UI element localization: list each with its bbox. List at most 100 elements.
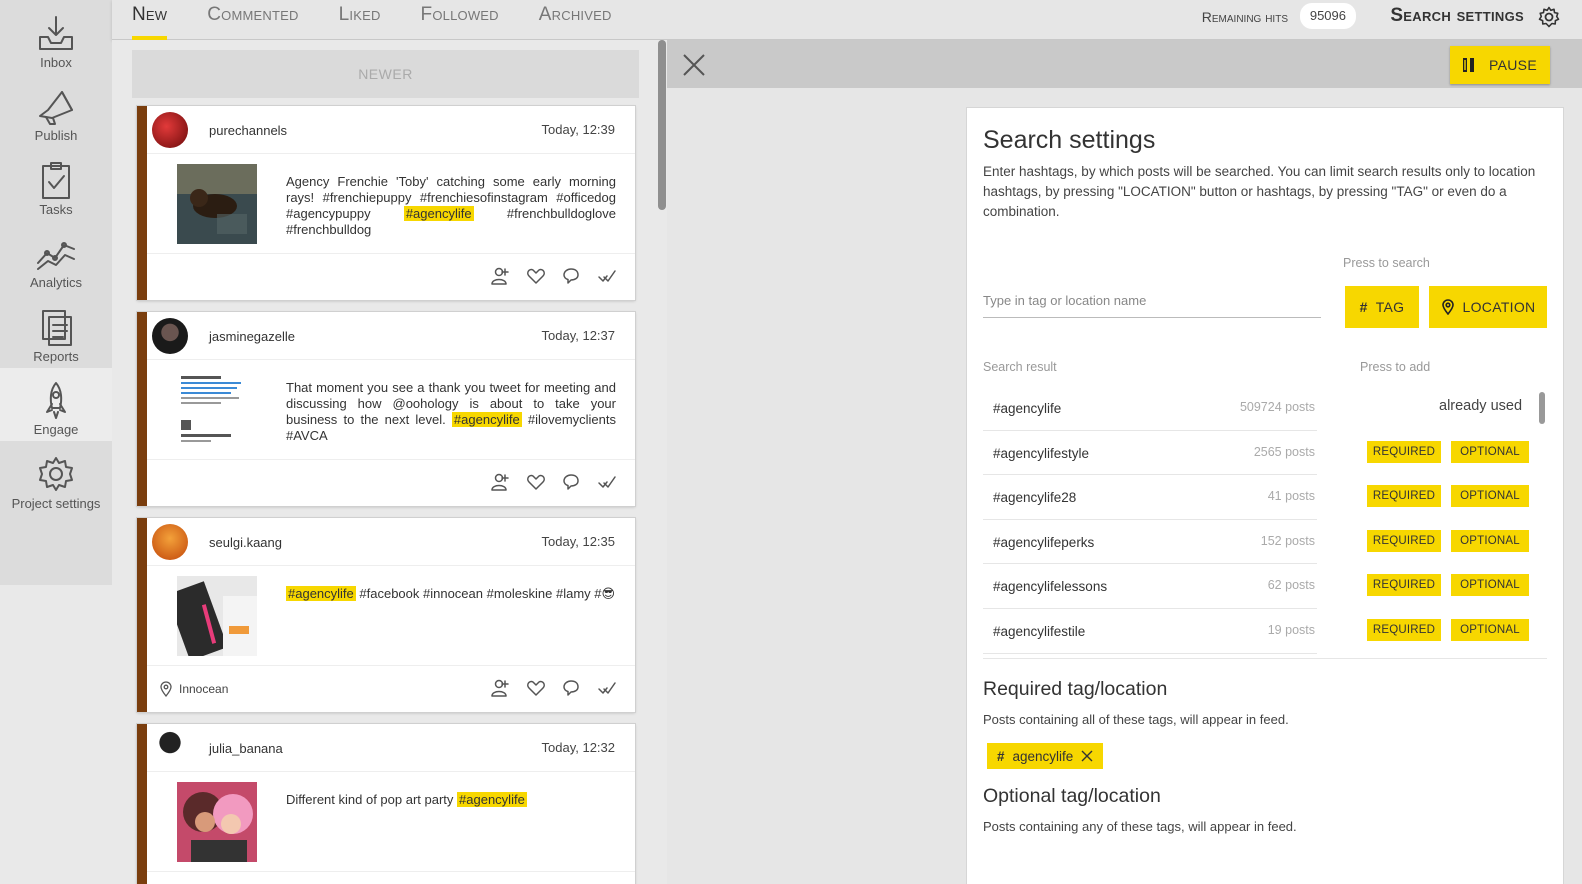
post-username[interactable]: julia_banana [209, 741, 283, 756]
post-body: That moment you see a thank you tweet fo… [147, 360, 635, 460]
pause-icon [1463, 58, 1475, 72]
avatar[interactable] [152, 112, 188, 148]
post-caption: Agency Frenchie 'Toby' catching some ear… [286, 174, 616, 238]
avatar[interactable] [152, 730, 188, 766]
result-row: #agencylife 509724 posts already used [983, 386, 1563, 431]
follow-user-icon[interactable] [490, 678, 510, 698]
remaining-hits-label: Remaining hits [1201, 9, 1288, 25]
sidebar-item-engage[interactable]: Engage [0, 367, 112, 441]
location-search-button[interactable]: LOCATION [1429, 286, 1547, 328]
post-body: #agencylife #facebook #innocean #moleski… [147, 566, 635, 666]
tag-search-button[interactable]: # TAG [1345, 286, 1419, 328]
add-optional-button[interactable]: OPTIONAL [1451, 618, 1529, 641]
like-heart-icon[interactable] [526, 472, 546, 492]
like-heart-icon[interactable] [526, 678, 546, 698]
post-header: seulgi.kaang Today, 12:35 [147, 518, 635, 566]
archive-check-icon[interactable] [597, 266, 617, 286]
highlighted-hashtag[interactable]: #agencylife [451, 412, 522, 427]
remove-chip-icon[interactable] [1081, 750, 1093, 762]
add-optional-button[interactable]: OPTIONAL [1451, 574, 1529, 597]
result-tag: #agencylife [993, 401, 1062, 416]
add-required-button[interactable]: REQUIRED [1367, 440, 1441, 463]
result-row: #agencylifelessons 62 posts REQUIRED OPT… [983, 564, 1563, 609]
optional-section-title: Optional tag/location [983, 785, 1161, 807]
archive-check-icon[interactable] [597, 472, 617, 492]
sidebar-item-reports[interactable]: Reports [0, 294, 112, 368]
tab-commented[interactable]: Commented [207, 0, 298, 40]
add-required-button[interactable]: REQUIRED [1367, 618, 1441, 641]
tag-button-label: TAG [1375, 299, 1405, 315]
search-settings-link[interactable]: Search settings [1390, 5, 1524, 27]
gear-icon[interactable] [1538, 6, 1560, 28]
location-pin-icon [1441, 299, 1454, 315]
sidebar-item-inbox[interactable]: Inbox [0, 0, 112, 74]
add-required-button[interactable]: REQUIRED [1367, 529, 1441, 552]
sidebar-item-tasks[interactable]: Tasks [0, 147, 112, 221]
post-username[interactable]: purechannels [209, 123, 287, 138]
post-actions [147, 254, 635, 300]
post-card: seulgi.kaang Today, 12:35 #agencylife #f… [137, 518, 635, 712]
post-actions: Innocean [147, 666, 635, 712]
avatar[interactable] [152, 524, 188, 560]
pause-button[interactable]: PAUSE [1450, 46, 1550, 84]
newer-button[interactable]: NEWER [132, 50, 639, 98]
add-required-button[interactable]: REQUIRED [1367, 574, 1441, 597]
post-card: jasminegazelle Today, 12:37 That moment … [137, 312, 635, 506]
sidebar-item-publish[interactable]: Publish [0, 74, 112, 148]
sidebar-item-label: Engage [33, 422, 79, 437]
tab-new[interactable]: New [132, 0, 168, 40]
required-section-description: Posts containing all of these tags, will… [983, 712, 1289, 727]
feed-scrollbar[interactable] [658, 40, 666, 210]
search-settings-panel: PAUSE Search settings Enter hashtags, by… [667, 40, 1582, 884]
post-location[interactable]: Innocean [159, 681, 228, 697]
post-image[interactable] [177, 576, 257, 656]
post-caption: #agencylife #facebook #innocean #moleski… [286, 586, 616, 602]
avatar[interactable] [152, 318, 188, 354]
post-card: purechannels Today, 12:39 Agency Frenchi… [137, 106, 635, 300]
sidebar-item-project-settings[interactable]: Project settings [0, 441, 112, 515]
close-icon[interactable] [681, 52, 707, 78]
search-results-list: #agencylife 509724 posts already used #a… [983, 386, 1563, 654]
follow-user-icon[interactable] [490, 472, 510, 492]
pause-label: PAUSE [1489, 57, 1537, 73]
chip-label: agencylife [1012, 748, 1074, 764]
add-optional-button[interactable]: OPTIONAL [1451, 485, 1529, 508]
post-image[interactable] [177, 164, 257, 244]
tab-followed[interactable]: Followed [421, 0, 499, 40]
archive-check-icon[interactable] [597, 678, 617, 698]
follow-user-icon[interactable] [490, 266, 510, 286]
post-image[interactable] [177, 782, 257, 862]
search-input[interactable] [983, 284, 1321, 318]
settings-card: Search settings Enter hashtags, by which… [967, 108, 1563, 884]
remaining-hits-badge: 95096 [1299, 3, 1356, 29]
sidebar-item-analytics[interactable]: Analytics [0, 221, 112, 295]
result-count: 2565 posts [1253, 444, 1315, 459]
result-tag: #agencylifestile [993, 623, 1086, 639]
results-scrollbar[interactable] [1539, 392, 1545, 424]
add-optional-button[interactable]: OPTIONAL [1451, 440, 1529, 463]
tab-archived[interactable]: Archived [539, 0, 612, 40]
post-caption: That moment you see a thank you tweet fo… [286, 380, 616, 444]
highlighted-hashtag[interactable]: #agencylife [403, 206, 474, 221]
caption-text: Different kind of pop art party [286, 792, 458, 807]
add-required-button[interactable]: REQUIRED [1367, 485, 1441, 508]
comment-bubble-icon[interactable] [561, 678, 581, 698]
post-username[interactable]: seulgi.kaang [209, 535, 282, 550]
comment-bubble-icon[interactable] [561, 266, 581, 286]
tab-liked[interactable]: Liked [339, 0, 381, 40]
page-title: Search settings [983, 126, 1156, 154]
post-image[interactable] [177, 370, 257, 450]
highlighted-hashtag[interactable]: #agencylife [457, 792, 527, 807]
result-tag: #agencylifeperks [993, 534, 1095, 550]
add-optional-button[interactable]: OPTIONAL [1451, 529, 1529, 552]
post-actions [147, 460, 635, 506]
location-pin-icon [160, 681, 172, 697]
post-username[interactable]: jasminegazelle [209, 329, 295, 344]
comment-bubble-icon[interactable] [561, 472, 581, 492]
feed-column: NEWER purechannels Today, 12:39 Agency F… [112, 40, 667, 884]
sidebar: Inbox Publish Tasks Analytics Reports En… [0, 0, 112, 884]
like-heart-icon[interactable] [526, 266, 546, 286]
highlighted-hashtag[interactable]: #agencylife [286, 586, 356, 601]
post-card: julia_banana Today, 12:32 Different kind… [137, 724, 635, 884]
post-body: Different kind of pop art party #agencyl… [147, 772, 635, 872]
